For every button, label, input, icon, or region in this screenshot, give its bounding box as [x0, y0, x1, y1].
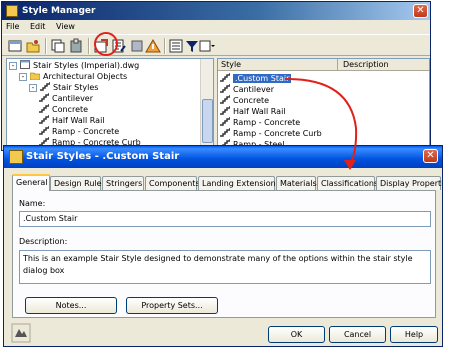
tab-materials[interactable]: Materials	[276, 176, 317, 190]
stair-icon	[220, 95, 231, 104]
description-column-header[interactable]: Description	[340, 59, 389, 71]
style-tree: - Stair Styles (Imperial).dwg - Architectur…	[6, 58, 214, 150]
tab-components[interactable]: Components	[145, 176, 200, 190]
stair-icon	[39, 115, 50, 124]
help-button[interactable]: Help	[390, 326, 438, 343]
tree-item-label: Architectural Objects	[43, 72, 128, 81]
tree-item[interactable]: Concrete	[39, 104, 88, 115]
style-manager-window: Style Manager ✕ File Edit View - Stair S…	[1, 1, 431, 151]
stair-icon	[39, 126, 50, 135]
stair-style-icon	[9, 150, 23, 164]
stair-icon	[220, 73, 231, 82]
tab-stringers[interactable]: Stringers	[102, 176, 144, 190]
list-item-label: .Custom Stair	[233, 74, 292, 83]
style-list: Style Description .Custom Stair Cantileve…	[217, 58, 430, 150]
toolbar	[2, 34, 430, 56]
tree-scrollbar[interactable]	[200, 59, 213, 150]
property-sets-button[interactable]: Property Sets...	[126, 297, 218, 314]
menu-edit[interactable]: Edit	[26, 20, 50, 34]
style-column-header[interactable]: Style	[218, 59, 338, 71]
notes-button[interactable]: Notes...	[25, 297, 117, 314]
stair-icon	[39, 104, 50, 113]
tree-item-label: Half Wall Rail	[52, 116, 105, 125]
style-manager-title: Style Manager	[22, 6, 96, 16]
list-item[interactable]: Cantilever	[220, 84, 274, 95]
list-item-label: Concrete	[233, 96, 270, 105]
stair-icon	[220, 117, 231, 126]
copy-icon[interactable]	[50, 38, 66, 54]
tree-item-label: Concrete	[52, 105, 89, 114]
tree-item-label: Stair Styles	[53, 83, 99, 92]
warning-icon[interactable]	[145, 38, 161, 54]
stair-icon	[220, 84, 231, 93]
menu-bar: File Edit View	[2, 20, 430, 34]
tree-item[interactable]: - Stair Styles (Imperial).dwg	[9, 60, 139, 71]
list-item-label: Ramp - Concrete Curb	[233, 129, 322, 138]
general-tab-panel: Name: .Custom Stair Description: This is…	[12, 190, 436, 318]
dialog-title: Stair Styles - .Custom Stair	[26, 151, 180, 162]
collapse-toggle-icon[interactable]: -	[19, 73, 27, 81]
purge-styles-icon[interactable]	[93, 38, 109, 54]
tree-item[interactable]: - Stair Styles	[29, 82, 98, 93]
set-from-icon[interactable]	[129, 38, 145, 54]
description-field[interactable]: This is an example Stair Style designed …	[19, 250, 431, 284]
list-item-label: Cantilever	[233, 85, 275, 94]
toggle-view-icon[interactable]	[168, 38, 184, 54]
ok-button[interactable]: OK	[268, 326, 325, 343]
tree-item-label: Cantilever	[52, 94, 94, 103]
name-label: Name:	[19, 199, 46, 208]
new-drawing-icon[interactable]	[7, 38, 23, 54]
list-item[interactable]: Ramp - Concrete Curb	[220, 128, 322, 139]
folder-icon	[29, 71, 41, 81]
style-manager-titlebar: Style Manager ✕	[2, 2, 430, 20]
cancel-button[interactable]: Cancel	[329, 326, 386, 343]
paste-icon[interactable]	[68, 38, 84, 54]
tree-item-label: Ramp - Concrete	[52, 127, 120, 136]
tab-display-properties[interactable]: Display Properties	[376, 176, 442, 190]
stair-icon	[220, 128, 231, 137]
tab-general[interactable]: General	[12, 174, 50, 191]
list-header: Style Description	[218, 59, 429, 71]
stair-icon	[220, 106, 231, 115]
list-item[interactable]: Ramp - Concrete	[220, 117, 300, 128]
description-label: Description:	[19, 237, 68, 246]
open-drawing-icon[interactable]	[25, 38, 41, 54]
tab-classifications[interactable]: Classifications	[317, 176, 378, 190]
edit-style-icon[interactable]	[111, 38, 127, 54]
stair-icon	[40, 82, 51, 91]
tree-item[interactable]: - Architectural Objects	[19, 71, 127, 82]
collapse-toggle-icon[interactable]: -	[9, 62, 17, 70]
list-item[interactable]: Half Wall Rail	[220, 106, 286, 117]
filter-icon[interactable]	[184, 38, 200, 54]
tab-design-rules[interactable]: Design Rules	[50, 176, 106, 190]
list-item[interactable]: Concrete	[220, 95, 269, 106]
dialog-close-icon[interactable]: ✕	[423, 149, 438, 163]
dialog-titlebar: Stair Styles - .Custom Stair ✕	[4, 146, 442, 168]
tab-strip: General Design Rules Stringers Component…	[12, 174, 442, 191]
list-item-label: Ramp - Concrete	[233, 118, 301, 127]
collapse-toggle-icon[interactable]: -	[29, 84, 37, 92]
list-item-label: Half Wall Rail	[233, 107, 286, 116]
app-icon	[6, 5, 18, 17]
drawing-icon	[20, 60, 30, 69]
stair-styles-dialog: Stair Styles - .Custom Stair ✕ General D…	[3, 145, 443, 347]
tree-item[interactable]: Half Wall Rail	[39, 115, 105, 126]
menu-view[interactable]: View	[52, 20, 79, 34]
stair-icon	[39, 93, 50, 102]
menu-file[interactable]: File	[2, 20, 23, 34]
name-field[interactable]: .Custom Stair	[19, 211, 431, 227]
view-options-icon[interactable]	[199, 38, 215, 54]
close-icon[interactable]: ✕	[413, 4, 428, 18]
help-pointer-icon[interactable]	[11, 323, 31, 343]
tree-item-label: Stair Styles (Imperial).dwg	[33, 61, 140, 70]
tree-item[interactable]: Ramp - Concrete	[39, 126, 119, 137]
list-item[interactable]: .Custom Stair	[220, 73, 292, 84]
tab-landing-extensions[interactable]: Landing Extensions	[198, 176, 280, 190]
tree-item[interactable]: Cantilever	[39, 93, 93, 104]
